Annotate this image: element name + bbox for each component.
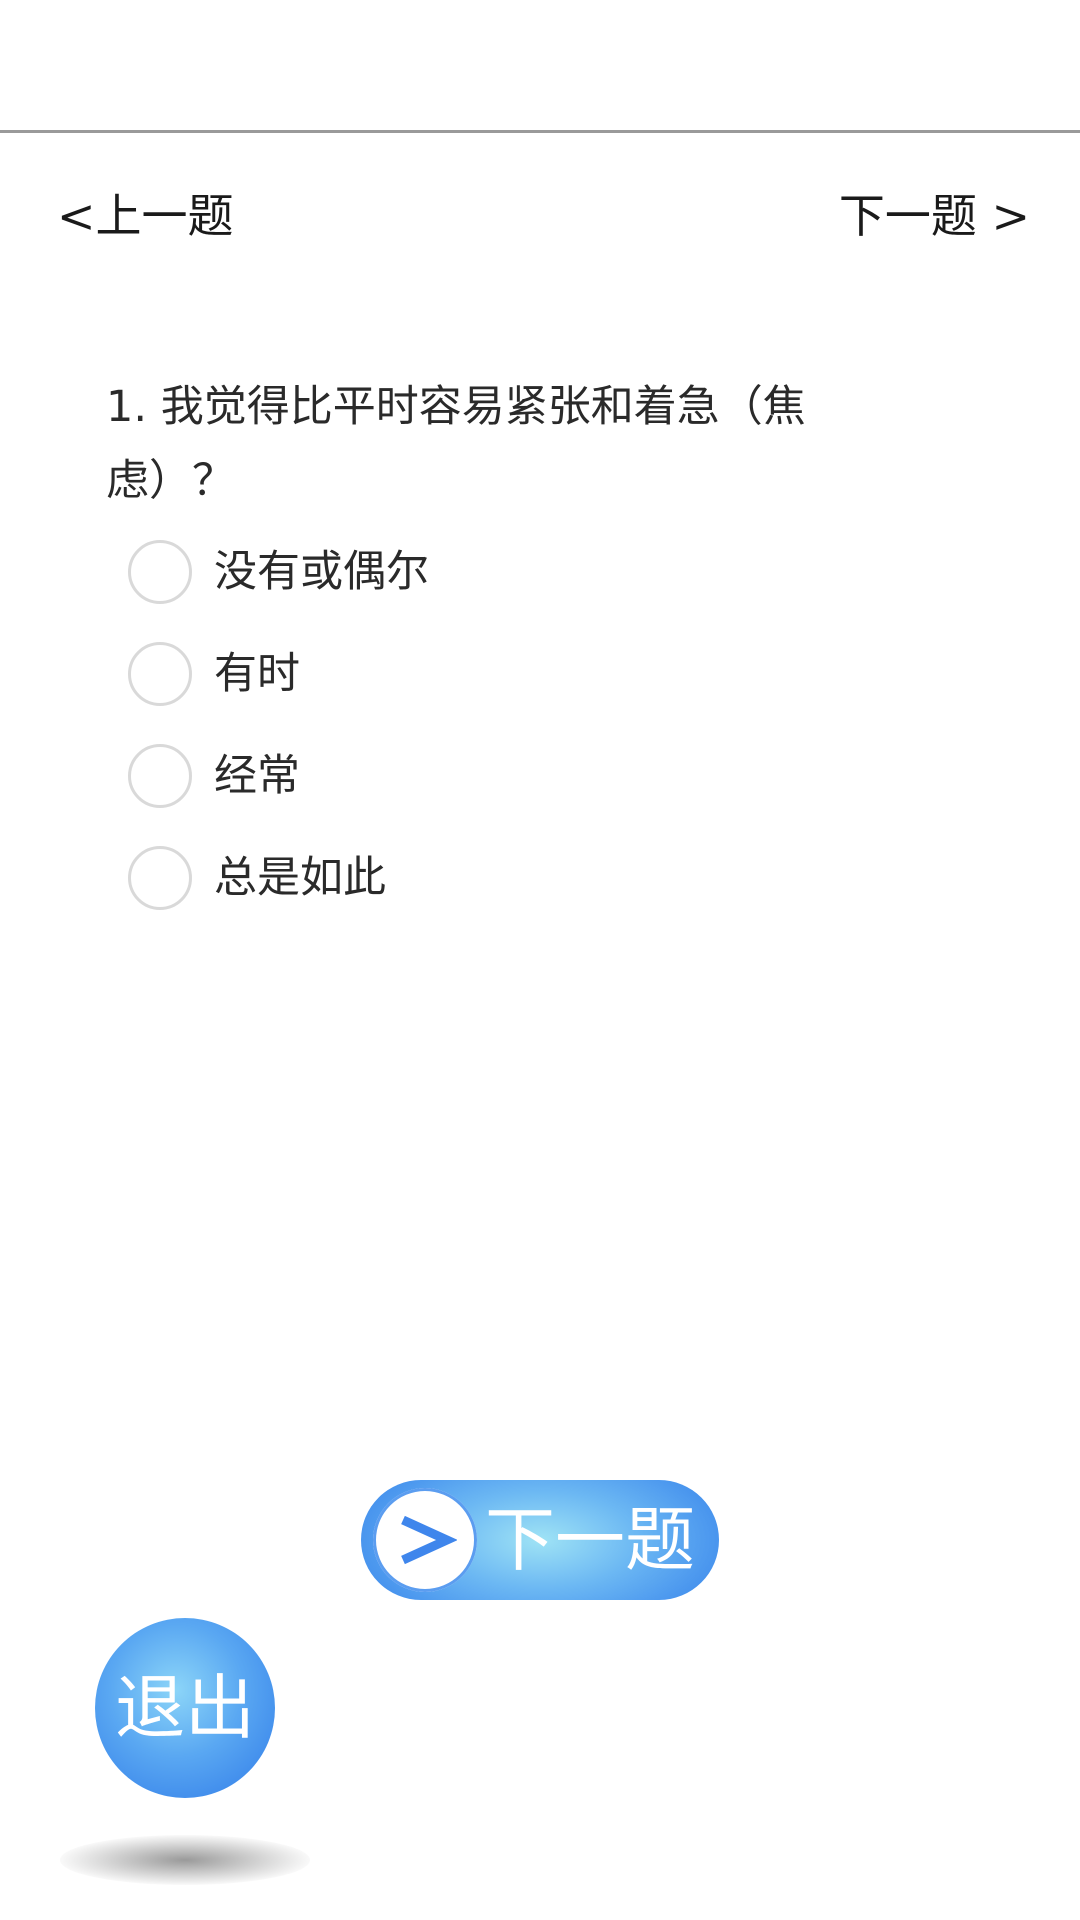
- previous-question-link[interactable]: <上一题: [57, 186, 234, 246]
- option-label: 没有或偶尔: [214, 547, 429, 597]
- chevron-right-icon: [373, 1488, 477, 1592]
- option-never-or-occasionally[interactable]: 没有或偶尔: [128, 538, 828, 606]
- exit-button-label: 退出: [115, 1667, 255, 1749]
- next-button-label: 下一题: [485, 1499, 695, 1581]
- radio-button[interactable]: [128, 540, 192, 604]
- question-text: 1. 我觉得比平时容易紧张和着急（焦虑）？: [106, 382, 806, 506]
- option-always[interactable]: 总是如此: [128, 844, 828, 912]
- header-divider: [0, 130, 1080, 133]
- option-label: 有时: [214, 649, 300, 699]
- option-label: 总是如此: [214, 853, 386, 903]
- radio-button[interactable]: [128, 846, 192, 910]
- next-question-button[interactable]: 下一题: [361, 1480, 719, 1600]
- radio-button[interactable]: [128, 642, 192, 706]
- survey-page: <上一题 下一题 > 1. 我觉得比平时容易紧张和着急（焦虑）？ 没有或偶尔 有…: [0, 0, 1080, 1920]
- exit-button-shadow: [60, 1835, 310, 1885]
- option-label: 经常: [214, 751, 300, 801]
- option-sometimes[interactable]: 有时: [128, 640, 828, 708]
- exit-button[interactable]: 退出: [95, 1618, 275, 1798]
- radio-button[interactable]: [128, 744, 192, 808]
- next-question-link[interactable]: 下一题 >: [839, 186, 1030, 246]
- option-often[interactable]: 经常: [128, 742, 828, 810]
- answer-options: 没有或偶尔 有时 经常 总是如此: [128, 538, 828, 946]
